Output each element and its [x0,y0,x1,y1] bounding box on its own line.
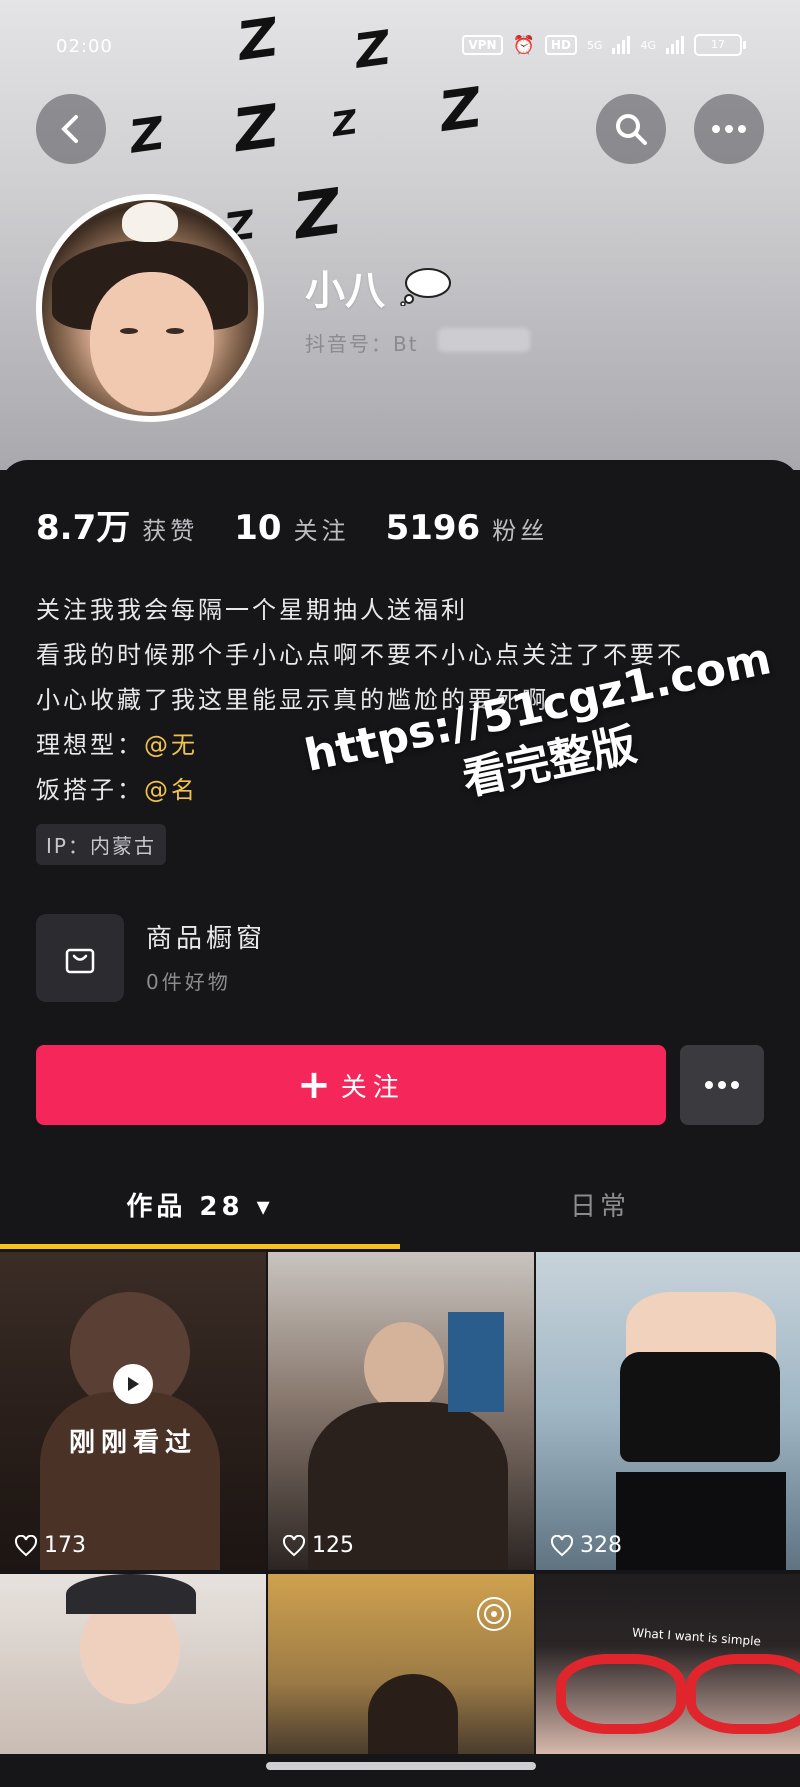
stats-row: 8.7万 获赞 10 关注 5196 粉丝 [36,500,584,549]
shirt-text: What I want is simple [631,1625,762,1649]
like-count-value: 173 [44,1533,86,1558]
heart-icon [282,1534,306,1556]
plus-icon: + [297,1062,331,1108]
status-icons: VPN ⏰ HD 5G 4G 17 [462,34,746,56]
thumbnail-figure [620,1352,780,1462]
signal-icon-2 [666,36,684,54]
chevron-left-icon [61,115,78,143]
thumbnail-figure [448,1312,504,1412]
redacted-id [438,328,530,352]
thumbnail-figure [556,1654,686,1734]
mention-link[interactable]: @无 [144,731,198,759]
video-tile[interactable]: 125 [268,1252,534,1570]
alarm-icon: ⏰ [512,34,535,56]
like-count: 173 [14,1533,86,1558]
douyin-id: 抖音号：Bt [305,332,419,356]
like-count-value: 125 [312,1533,354,1558]
like-count-value: 328 [580,1533,622,1558]
nickname: 小八 [305,268,385,314]
thumbnail-figure [616,1472,786,1570]
hd-icon: HD [544,35,577,55]
recently-watched-label: 刚刚看过 [68,1427,197,1458]
status-bar: 02:00 VPN ⏰ HD 5G 4G 17 [0,30,800,60]
home-indicator[interactable] [266,1762,536,1770]
video-tile[interactable]: 328 [536,1252,800,1570]
tab-active-indicator [0,1244,400,1249]
bio-line: 关注我我会每隔一个星期抽人送福利 [36,596,468,624]
back-button[interactable] [36,94,106,164]
battery-icon: 17 [694,34,746,56]
zzz-decoration: Z [292,175,343,255]
thumbnail-figure [368,1674,458,1754]
zzz-decoration: Z [128,105,165,165]
shop-window-title[interactable]: 商品橱窗 [146,918,266,955]
like-count: 328 [550,1533,622,1558]
likes-count: 8.7万 [36,508,131,548]
play-icon [113,1363,153,1404]
like-count: 125 [282,1533,354,1558]
heart-icon [550,1534,574,1556]
follow-label: 关注 [340,1072,405,1103]
thumbnail-figure [66,1574,196,1614]
avatar-face [90,272,214,412]
thumbnail-figure [364,1322,444,1412]
thumbnail-figure [686,1654,800,1734]
more-options-button[interactable] [694,94,764,164]
likes-label: 获赞 [142,517,199,545]
live-badge-icon [477,1597,511,1631]
recently-watched-overlay: 刚刚看过 [0,1252,266,1570]
search-icon [616,114,647,145]
video-tile[interactable]: What I want is simple [536,1574,800,1754]
network-4g-label: 4G [640,38,656,52]
followers-label[interactable]: 粉丝 [492,511,548,546]
zzz-decoration: Z [353,19,392,81]
avatar[interactable] [36,194,264,422]
video-tile[interactable]: 刚刚看过 173 [0,1252,266,1570]
bio-label: 理想型： [36,731,144,759]
heart-icon [14,1534,38,1556]
following-count[interactable]: 10 [234,508,281,548]
bio-label: 饭搭子： [36,776,144,804]
follow-button[interactable]: + 关注 [36,1045,666,1125]
signal-icon [612,36,631,54]
avatar-eye [120,328,138,334]
zzz-decoration: Z [236,5,279,74]
profile-header: 02:00 VPN ⏰ HD 5G 4G 17 Z Z Z Z Z Z Z Z … [0,0,800,470]
search-button[interactable] [596,94,666,164]
shopping-bag-icon [65,948,95,974]
network-5g-label: 5G [586,38,603,52]
zzz-decoration: Z [232,91,280,167]
thought-bubble-icon [400,268,451,306]
vpn-icon: VPN [462,35,503,55]
more-dots-icon [705,1081,739,1089]
status-time: 02:00 [56,36,113,57]
ip-location-tag: IP：内蒙古 [36,824,166,865]
bunny-headband-icon [122,202,178,242]
zzz-decoration: Z [331,102,358,146]
avatar-eye [166,328,184,334]
mention-link[interactable]: @名 [144,776,198,804]
follow-more-button[interactable] [680,1045,764,1125]
content-tabs: 作品 28 ▾ 日常 [0,1160,800,1248]
video-tile[interactable] [0,1574,266,1754]
zzz-decoration: Z [438,75,483,146]
more-dots-icon [712,125,746,133]
followers-count[interactable]: 5196 [386,508,481,548]
shop-window-count: 0件好物 [146,970,231,994]
tab-works[interactable]: 作品 28 ▾ [0,1160,400,1248]
shop-window-button[interactable] [36,914,124,1002]
tab-daily[interactable]: 日常 [400,1160,800,1248]
following-label[interactable]: 关注 [294,511,350,546]
video-tile[interactable] [268,1574,534,1754]
